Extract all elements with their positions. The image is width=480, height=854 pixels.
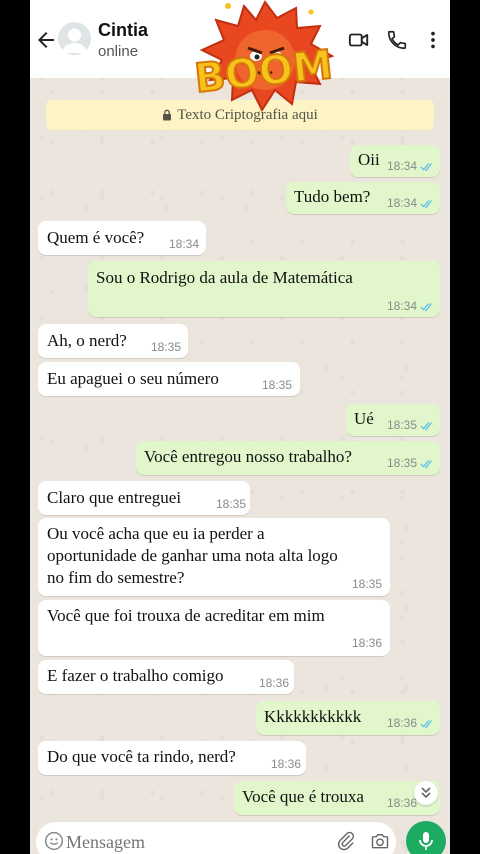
scroll-to-bottom-button[interactable]: [414, 781, 438, 805]
message-time: 18:34: [169, 237, 200, 251]
incoming-message[interactable]: Eu apaguei o seu número 18:35: [38, 362, 300, 396]
message-text: Claro que entreguei: [47, 488, 182, 507]
incoming-message[interactable]: Ah, o nerd? 18:35: [38, 324, 188, 358]
outgoing-message[interactable]: Ué 18:35: [346, 404, 440, 436]
read-ticks-icon: [420, 163, 432, 172]
message-input-bar: [36, 822, 396, 854]
incoming-message[interactable]: E fazer o trabalho comigo 18:36: [38, 660, 294, 694]
message-time: 18:36: [352, 636, 383, 650]
message-time: 18:35: [387, 418, 418, 432]
outgoing-message[interactable]: Kkkkkkkkkkk 18:36: [256, 701, 440, 735]
outgoing-message[interactable]: Você que é trouxa 18:36: [234, 781, 440, 815]
message-time: 18:35: [387, 456, 418, 470]
read-ticks-icon: [420, 200, 432, 209]
message-text: Você que é trouxa: [242, 787, 364, 806]
message-text: Ah, o nerd?: [47, 331, 127, 350]
video-camera-icon[interactable]: [348, 29, 370, 51]
message-time: 18:34: [387, 299, 418, 313]
mic-icon: [419, 832, 433, 850]
contact-name[interactable]: Cintia: [98, 20, 148, 41]
message-time: 18:35: [262, 378, 293, 392]
incoming-message[interactable]: Claro que entreguei 18:35: [38, 481, 250, 515]
message-text: Oii: [358, 150, 380, 169]
message-text: Kkkkkkkkkkk: [264, 707, 362, 726]
default-avatar-icon: [62, 28, 87, 53]
message-text: Tudo bem?: [294, 187, 371, 206]
outgoing-message[interactable]: Você entregou nosso trabalho? 18:35: [136, 441, 440, 475]
read-ticks-icon: [420, 720, 432, 729]
message-text: Do que você ta rindo, nerd?: [47, 747, 236, 766]
contact-status: online: [98, 43, 139, 60]
boom-sticker: BOOM: [191, 0, 336, 113]
message-time: 18:35: [151, 340, 182, 354]
mic-button[interactable]: [406, 821, 446, 854]
message-time: 18:35: [352, 577, 383, 591]
message-text: Você entregou nosso trabalho?: [144, 447, 352, 466]
message-text: Ou você acha que eu ia perder a oportuni…: [47, 524, 338, 587]
message-time: 18:36: [271, 757, 302, 771]
chat-screen: Cintia online BOOM Texto Criptografia aq…: [30, 0, 450, 854]
message-time: 18:34: [387, 159, 418, 173]
message-text: Sou o Rodrigo da aula de Matemática: [96, 268, 353, 287]
message-text: Quem é você?: [47, 228, 145, 247]
incoming-message[interactable]: Quem é você? 18:34: [38, 221, 206, 255]
message-time: 18:36: [259, 676, 290, 690]
outgoing-message[interactable]: Sou o Rodrigo da aula de Matemática 18:3…: [88, 261, 440, 317]
read-ticks-icon: [420, 460, 432, 469]
arrow-left-icon[interactable]: [34, 28, 58, 52]
message-text: E fazer o trabalho comigo: [47, 666, 224, 685]
camera-icon[interactable]: [370, 831, 390, 851]
more-vert-icon[interactable]: [422, 29, 444, 51]
message-time: 18:35: [216, 497, 247, 511]
incoming-message[interactable]: Do que você ta rindo, nerd? 18:36: [38, 741, 306, 775]
incoming-message[interactable]: Você que foi trouxa de acreditar em mim …: [38, 600, 390, 656]
lock-icon: [163, 109, 172, 121]
emoji-icon[interactable]: [44, 831, 64, 851]
paperclip-icon[interactable]: [336, 831, 356, 851]
read-ticks-icon: [420, 422, 432, 431]
outgoing-message[interactable]: Oii 18:34: [350, 145, 440, 177]
phone-icon[interactable]: [386, 29, 408, 51]
message-text: Ué: [354, 409, 374, 428]
avatar[interactable]: [58, 22, 91, 55]
message-time: 18:36: [387, 796, 418, 810]
outgoing-message[interactable]: Tudo bem? 18:34: [286, 182, 440, 214]
message-input[interactable]: [66, 828, 306, 854]
message-time: 18:34: [387, 196, 418, 210]
message-text: Você que foi trouxa de acreditar em mim: [47, 606, 325, 625]
message-text: Eu apaguei o seu número: [47, 369, 219, 388]
incoming-message[interactable]: Ou você acha que eu ia perder a oportuni…: [38, 518, 390, 596]
read-ticks-icon: [420, 303, 432, 312]
message-time: 18:36: [387, 716, 418, 730]
double-chevron-down-icon: [421, 787, 431, 799]
